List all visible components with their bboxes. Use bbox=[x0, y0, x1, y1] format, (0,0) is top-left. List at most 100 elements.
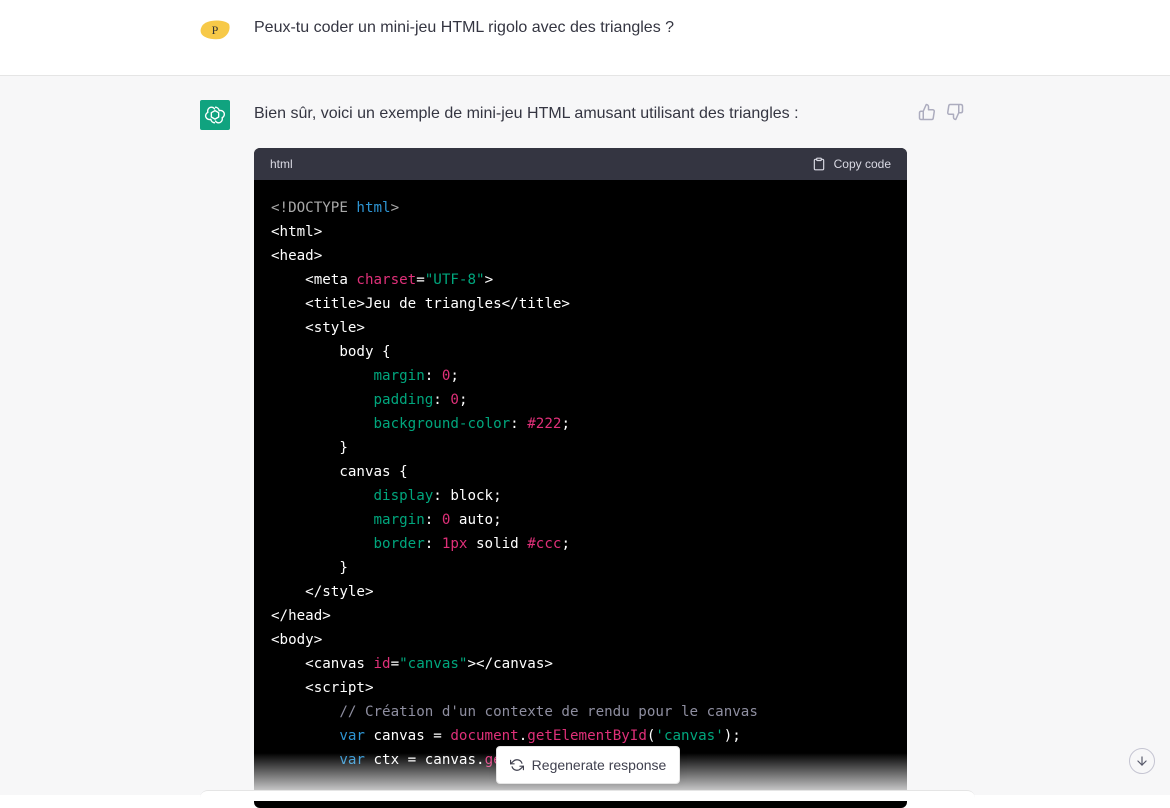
code-token: padding bbox=[373, 392, 434, 408]
code-token: : bbox=[424, 368, 442, 384]
code-token: background-color bbox=[373, 416, 511, 432]
code-line: <!DOCTYPE html> bbox=[271, 196, 890, 220]
assistant-message-row: Bien sûr, voici un exemple de mini-jeu H… bbox=[0, 76, 1170, 808]
code-token: id bbox=[373, 656, 391, 672]
code-line: } bbox=[271, 556, 890, 580]
thumbs-down-icon[interactable] bbox=[946, 103, 964, 121]
code-token: margin bbox=[373, 512, 425, 528]
code-token: <html> bbox=[271, 224, 323, 240]
code-language-label: html bbox=[270, 157, 293, 171]
copy-code-label: Copy code bbox=[833, 157, 891, 171]
assistant-avatar bbox=[200, 100, 230, 130]
code-token: charset bbox=[356, 272, 417, 288]
code-token: auto; bbox=[450, 512, 502, 528]
code-line: <body> bbox=[271, 628, 890, 652]
code-token: 1px bbox=[441, 536, 468, 552]
code-line: <canvas id="canvas"></canvas> bbox=[271, 652, 890, 676]
code-token: var bbox=[339, 728, 365, 744]
clipboard-icon bbox=[813, 157, 824, 171]
code-token: ; bbox=[561, 416, 570, 432]
code-token: <head> bbox=[271, 248, 323, 264]
code-line: <meta charset="UTF-8"> bbox=[271, 268, 890, 292]
code-token: = bbox=[390, 656, 400, 672]
regenerate-response-button[interactable]: Regenerate response bbox=[496, 746, 680, 784]
code-token: <style> bbox=[271, 320, 365, 336]
code-token: border bbox=[373, 536, 425, 552]
code-token: <canvas bbox=[271, 656, 374, 672]
code-token: document bbox=[450, 728, 519, 744]
code-token: : block; bbox=[433, 488, 502, 504]
code-line: <head> bbox=[271, 244, 890, 268]
code-line: <html> bbox=[271, 220, 890, 244]
code-token: : bbox=[424, 512, 442, 528]
code-line: </style> bbox=[271, 580, 890, 604]
user-message-row: P Peux-tu coder un mini-jeu HTML rigolo … bbox=[0, 0, 1170, 76]
code-token: ></canvas> bbox=[467, 656, 553, 672]
code-token: } bbox=[271, 440, 348, 456]
code-token: <script> bbox=[271, 680, 374, 696]
code-token: margin bbox=[373, 368, 425, 384]
code-line: body { bbox=[271, 340, 890, 364]
code-line: } bbox=[271, 436, 890, 460]
svg-text:P: P bbox=[212, 23, 219, 37]
code-token: solid bbox=[467, 536, 528, 552]
code-block: html Copy code <!DOCTYPE html> <html> <hea… bbox=[254, 148, 907, 808]
regenerate-label: Regenerate response bbox=[531, 757, 667, 773]
code-token: ; bbox=[561, 536, 570, 552]
code-token: } bbox=[271, 560, 348, 576]
assistant-message-text: Bien sûr, voici un exemple de mini-jeu H… bbox=[254, 105, 799, 122]
code-token: "UTF-8" bbox=[424, 272, 485, 288]
code-token: <meta bbox=[271, 272, 357, 288]
code-token: . bbox=[518, 728, 528, 744]
code-token: getElementById bbox=[527, 728, 647, 744]
code-token: </head> bbox=[271, 608, 331, 624]
code-line: </head> bbox=[271, 604, 890, 628]
code-token: canvas = bbox=[364, 728, 451, 744]
code-content: <!DOCTYPE html> <html> <head> <meta charse… bbox=[254, 180, 907, 788]
code-token: : bbox=[424, 536, 442, 552]
refresh-icon bbox=[509, 759, 524, 771]
code-token: display bbox=[373, 488, 434, 504]
message-input-edge bbox=[200, 790, 975, 801]
code-token: <body> bbox=[271, 632, 323, 648]
scroll-to-bottom-button[interactable] bbox=[1129, 748, 1155, 774]
code-token: body { bbox=[271, 344, 391, 360]
code-line: <title>Jeu de triangles</title> bbox=[271, 292, 890, 316]
code-token: html bbox=[356, 200, 391, 216]
arrow-down-icon bbox=[1137, 756, 1147, 766]
code-token: </style> bbox=[271, 584, 374, 600]
code-token: > bbox=[390, 200, 400, 216]
code-token: var bbox=[339, 752, 365, 768]
copy-code-button[interactable]: Copy code bbox=[812, 157, 891, 171]
code-line: padding: 0; bbox=[271, 388, 890, 412]
code-token: #ccc bbox=[527, 536, 562, 552]
user-message-text: Peux-tu coder un mini-jeu HTML rigolo av… bbox=[254, 19, 675, 36]
code-token: "canvas" bbox=[399, 656, 468, 672]
code-line: background-color: #222; bbox=[271, 412, 890, 436]
code-token: : bbox=[510, 416, 528, 432]
code-line: display: block; bbox=[271, 484, 890, 508]
code-line: margin: 0; bbox=[271, 364, 890, 388]
user-avatar: P bbox=[200, 14, 230, 44]
code-line: <style> bbox=[271, 316, 890, 340]
code-token: // Création d'un contexte de rendu pour … bbox=[271, 704, 758, 720]
code-token: ctx = canvas. bbox=[364, 752, 485, 768]
code-token: canvas { bbox=[271, 464, 408, 480]
code-token: #222 bbox=[527, 416, 562, 432]
code-token: <!DOCTYPE bbox=[271, 200, 357, 216]
openai-logo-icon bbox=[204, 106, 226, 124]
code-token: ); bbox=[723, 728, 741, 744]
thumbs-up-icon[interactable] bbox=[918, 103, 936, 121]
code-line: canvas { bbox=[271, 460, 890, 484]
user-avatar-icon: P bbox=[200, 20, 230, 40]
code-line: <script> bbox=[271, 676, 890, 700]
code-line: var canvas = document.getElementById('ca… bbox=[271, 724, 890, 748]
